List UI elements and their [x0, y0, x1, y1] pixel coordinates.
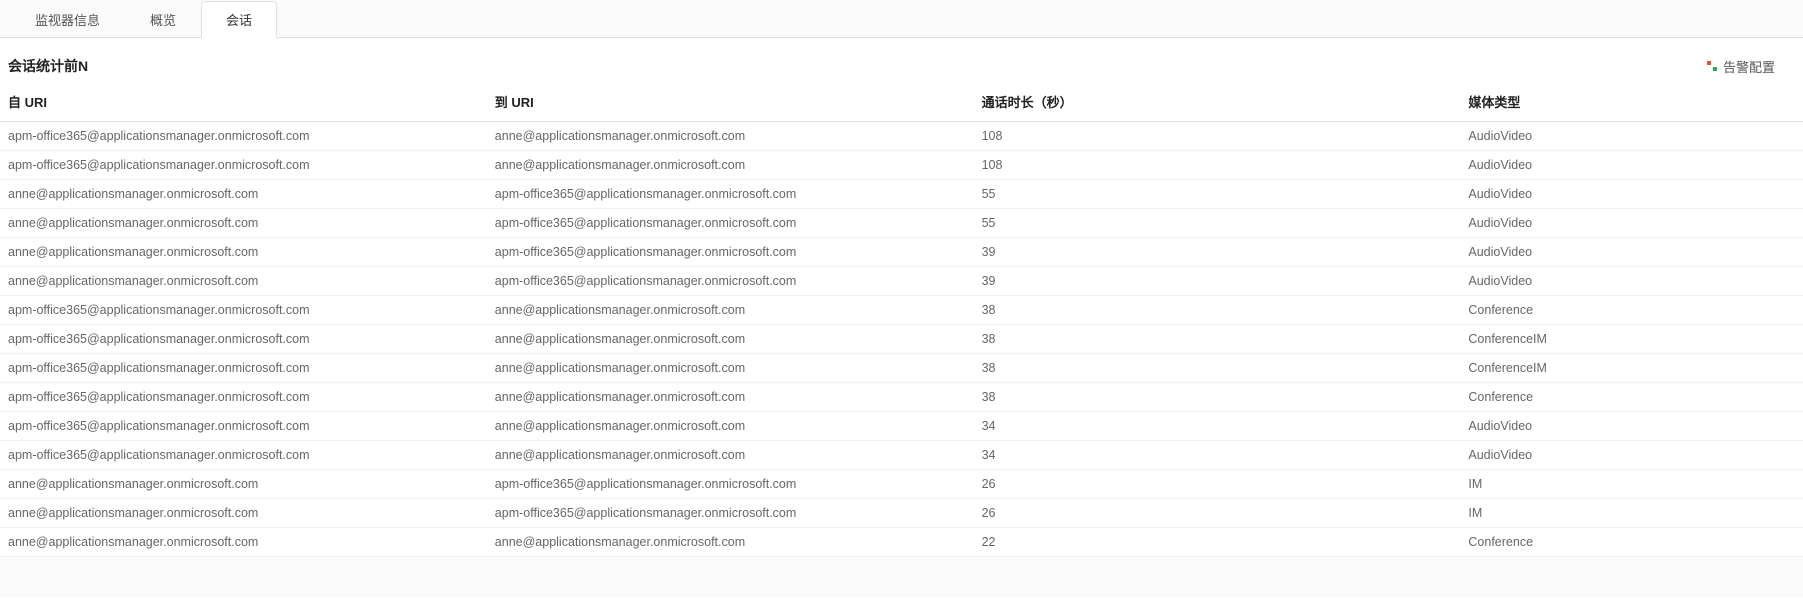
table-row: apm-office365@applicationsmanager.onmicr… — [0, 151, 1803, 180]
cell-media-type: AudioVideo — [1460, 267, 1803, 296]
cell-duration: 38 — [974, 383, 1461, 412]
sessions-table: 自 URI 到 URI 通话时长（秒） 媒体类型 apm-office365@a… — [0, 84, 1803, 557]
cell-from-uri: apm-office365@applicationsmanager.onmicr… — [0, 354, 487, 383]
table-row: anne@applicationsmanager.onmicrosoft.com… — [0, 528, 1803, 557]
cell-duration: 108 — [974, 151, 1461, 180]
cell-from-uri: anne@applicationsmanager.onmicrosoft.com — [0, 238, 487, 267]
table-row: anne@applicationsmanager.onmicrosoft.com… — [0, 267, 1803, 296]
cell-to-uri: apm-office365@applicationsmanager.onmicr… — [487, 209, 974, 238]
cell-from-uri: apm-office365@applicationsmanager.onmicr… — [0, 151, 487, 180]
header-to-uri[interactable]: 到 URI — [487, 84, 974, 122]
cell-media-type: Conference — [1460, 383, 1803, 412]
cell-media-type: Conference — [1460, 296, 1803, 325]
table-header-row: 自 URI 到 URI 通话时长（秒） 媒体类型 — [0, 84, 1803, 122]
table-row: apm-office365@applicationsmanager.onmicr… — [0, 383, 1803, 412]
tab-sessions[interactable]: 会话 — [201, 1, 277, 38]
cell-from-uri: anne@applicationsmanager.onmicrosoft.com — [0, 499, 487, 528]
cell-media-type: AudioVideo — [1460, 238, 1803, 267]
cell-to-uri: anne@applicationsmanager.onmicrosoft.com — [487, 441, 974, 470]
cell-from-uri: apm-office365@applicationsmanager.onmicr… — [0, 122, 487, 151]
tab-bar: 监视器信息 概览 会话 — [0, 0, 1803, 38]
table-row: anne@applicationsmanager.onmicrosoft.com… — [0, 238, 1803, 267]
cell-to-uri: anne@applicationsmanager.onmicrosoft.com — [487, 151, 974, 180]
header-from-uri[interactable]: 自 URI — [0, 84, 487, 122]
cell-duration: 108 — [974, 122, 1461, 151]
cell-to-uri: anne@applicationsmanager.onmicrosoft.com — [487, 412, 974, 441]
table-row: apm-office365@applicationsmanager.onmicr… — [0, 296, 1803, 325]
cell-to-uri: apm-office365@applicationsmanager.onmicr… — [487, 499, 974, 528]
cell-duration: 26 — [974, 499, 1461, 528]
alarm-config-link[interactable]: 告警配置 — [1707, 57, 1795, 76]
cell-from-uri: anne@applicationsmanager.onmicrosoft.com — [0, 209, 487, 238]
cell-duration: 39 — [974, 238, 1461, 267]
cell-media-type: AudioVideo — [1460, 122, 1803, 151]
cell-media-type: AudioVideo — [1460, 412, 1803, 441]
table-row: anne@applicationsmanager.onmicrosoft.com… — [0, 180, 1803, 209]
cell-from-uri: apm-office365@applicationsmanager.onmicr… — [0, 325, 487, 354]
cell-media-type: Conference — [1460, 528, 1803, 557]
cell-to-uri: anne@applicationsmanager.onmicrosoft.com — [487, 354, 974, 383]
cell-from-uri: apm-office365@applicationsmanager.onmicr… — [0, 383, 487, 412]
table-row: apm-office365@applicationsmanager.onmicr… — [0, 441, 1803, 470]
cell-duration: 55 — [974, 209, 1461, 238]
cell-media-type: AudioVideo — [1460, 151, 1803, 180]
cell-to-uri: anne@applicationsmanager.onmicrosoft.com — [487, 528, 974, 557]
cell-duration: 55 — [974, 180, 1461, 209]
cell-from-uri: anne@applicationsmanager.onmicrosoft.com — [0, 180, 487, 209]
cell-duration: 22 — [974, 528, 1461, 557]
cell-media-type: AudioVideo — [1460, 209, 1803, 238]
cell-media-type: IM — [1460, 470, 1803, 499]
cell-duration: 34 — [974, 412, 1461, 441]
cell-from-uri: apm-office365@applicationsmanager.onmicr… — [0, 441, 487, 470]
table-row: apm-office365@applicationsmanager.onmicr… — [0, 122, 1803, 151]
table-row: anne@applicationsmanager.onmicrosoft.com… — [0, 470, 1803, 499]
footer-space — [0, 557, 1803, 597]
tab-monitor-info[interactable]: 监视器信息 — [10, 1, 125, 38]
cell-duration: 39 — [974, 267, 1461, 296]
cell-from-uri: apm-office365@applicationsmanager.onmicr… — [0, 296, 487, 325]
cell-media-type: AudioVideo — [1460, 441, 1803, 470]
cell-duration: 38 — [974, 325, 1461, 354]
cell-from-uri: apm-office365@applicationsmanager.onmicr… — [0, 412, 487, 441]
alarm-config-label: 告警配置 — [1723, 57, 1775, 76]
cell-duration: 34 — [974, 441, 1461, 470]
table-row: apm-office365@applicationsmanager.onmicr… — [0, 412, 1803, 441]
alarm-config-icon — [1707, 61, 1717, 71]
cell-to-uri: anne@applicationsmanager.onmicrosoft.com — [487, 296, 974, 325]
cell-to-uri: apm-office365@applicationsmanager.onmicr… — [487, 180, 974, 209]
table-row: anne@applicationsmanager.onmicrosoft.com… — [0, 499, 1803, 528]
cell-from-uri: anne@applicationsmanager.onmicrosoft.com — [0, 267, 487, 296]
cell-media-type: IM — [1460, 499, 1803, 528]
cell-to-uri: apm-office365@applicationsmanager.onmicr… — [487, 267, 974, 296]
cell-duration: 38 — [974, 296, 1461, 325]
section-header: 会话统计前N 告警配置 — [0, 38, 1803, 84]
section-title: 会话统计前N — [8, 56, 88, 76]
header-duration[interactable]: 通话时长（秒） — [974, 84, 1461, 122]
cell-to-uri: apm-office365@applicationsmanager.onmicr… — [487, 238, 974, 267]
cell-to-uri: anne@applicationsmanager.onmicrosoft.com — [487, 122, 974, 151]
cell-from-uri: anne@applicationsmanager.onmicrosoft.com — [0, 470, 487, 499]
table-row: apm-office365@applicationsmanager.onmicr… — [0, 354, 1803, 383]
table-row: apm-office365@applicationsmanager.onmicr… — [0, 325, 1803, 354]
table-row: anne@applicationsmanager.onmicrosoft.com… — [0, 209, 1803, 238]
cell-media-type: ConferenceIM — [1460, 354, 1803, 383]
cell-media-type: ConferenceIM — [1460, 325, 1803, 354]
cell-from-uri: anne@applicationsmanager.onmicrosoft.com — [0, 528, 487, 557]
cell-to-uri: anne@applicationsmanager.onmicrosoft.com — [487, 325, 974, 354]
cell-to-uri: anne@applicationsmanager.onmicrosoft.com — [487, 383, 974, 412]
cell-duration: 38 — [974, 354, 1461, 383]
cell-duration: 26 — [974, 470, 1461, 499]
cell-media-type: AudioVideo — [1460, 180, 1803, 209]
header-media-type[interactable]: 媒体类型 — [1460, 84, 1803, 122]
tab-overview[interactable]: 概览 — [125, 1, 201, 38]
cell-to-uri: apm-office365@applicationsmanager.onmicr… — [487, 470, 974, 499]
